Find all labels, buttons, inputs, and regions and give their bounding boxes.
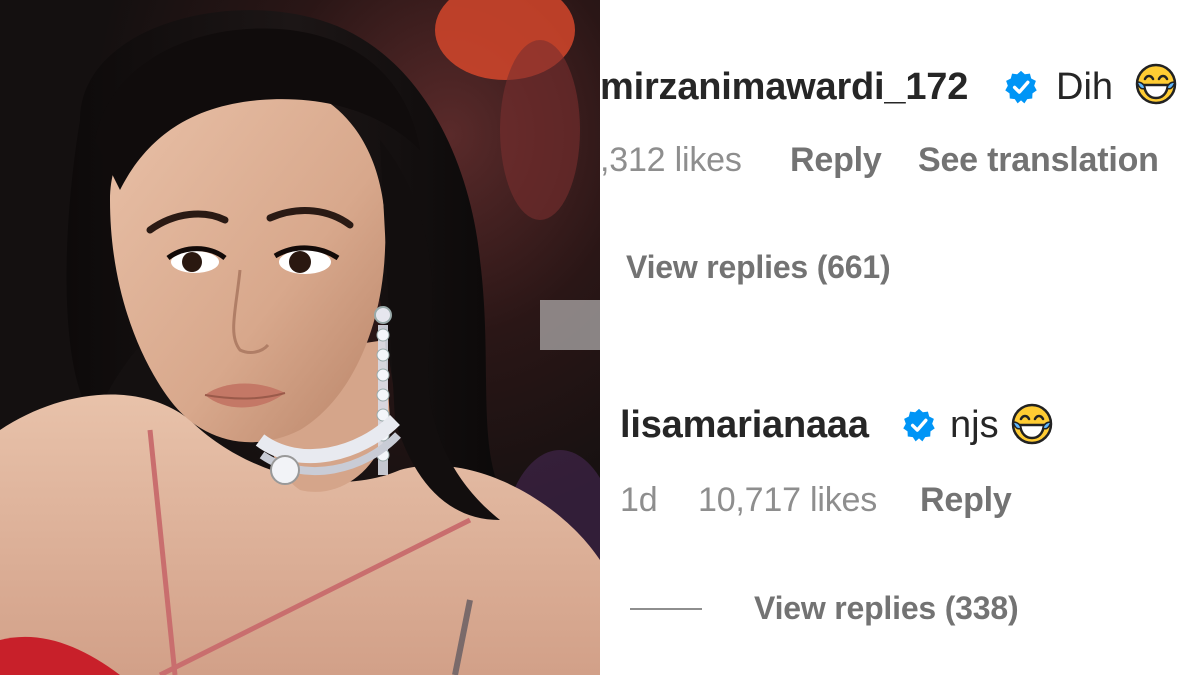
portrait-illustration [0,0,600,675]
see-translation-button[interactable]: See translation [918,143,1159,177]
comment-age: 1d [620,481,658,519]
verified-badge-icon [903,408,935,442]
replies-divider-line [630,608,702,610]
face-with-tears-of-joy-icon [1011,403,1053,445]
portrait-photo [0,0,600,675]
comment-text: Dih [1056,66,1114,108]
verified-badge-icon [1005,70,1037,104]
view-replies-button[interactable]: View replies (338) [754,592,1019,624]
comment-username[interactable]: lisamarianaaa [620,406,869,444]
comment-likes[interactable]: ,312 likes [600,143,742,177]
view-replies-button[interactable]: View replies (661) [626,251,891,283]
reply-button[interactable]: Reply [920,483,1012,517]
face-with-tears-of-joy-icon [1135,63,1177,105]
comments-panel: mirzanimawardi_172 Dih ,312 likes Reply … [600,0,1200,675]
comment-likes[interactable]: 10,717 likes [698,483,877,517]
comment-username[interactable]: mirzanimawardi_172 [600,68,968,106]
reply-button[interactable]: Reply [790,143,882,177]
comment-text: njs [950,404,999,446]
